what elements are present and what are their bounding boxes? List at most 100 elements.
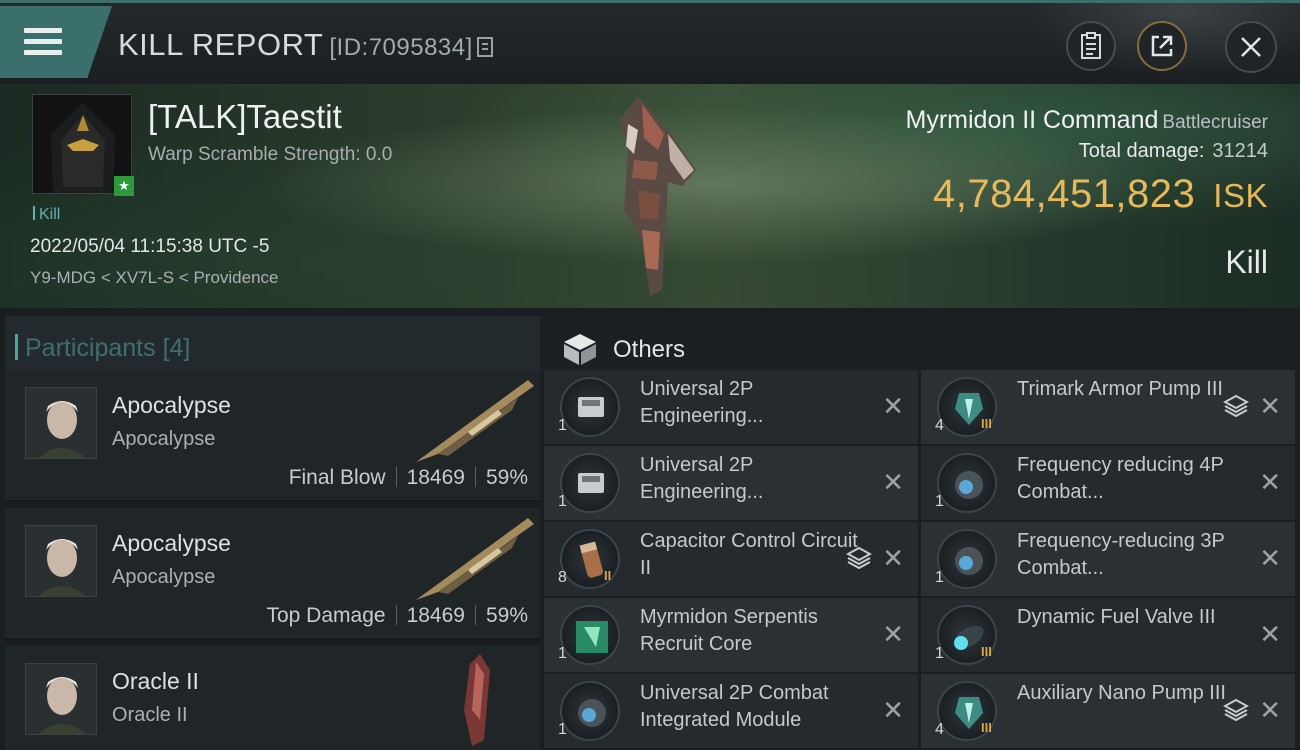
loot-item[interactable]: 4 III Auxiliary Nano Pump III ✕ bbox=[921, 674, 1295, 748]
stack-layers-icon[interactable] bbox=[846, 545, 872, 571]
item-tier: III bbox=[981, 644, 992, 659]
page-title-text: KILL REPORT bbox=[118, 27, 324, 62]
item-quantity: 1 bbox=[558, 417, 567, 434]
participant-stats: Top Damage 18469 59% bbox=[266, 604, 528, 628]
kill-location[interactable]: Y9-MDG < XV7L-S < Providence bbox=[30, 268, 279, 288]
participant-avatar bbox=[25, 387, 97, 459]
total-damage-value: 31214 bbox=[1212, 140, 1268, 162]
oracle-ship-image bbox=[464, 654, 490, 746]
others-label: Others bbox=[613, 336, 686, 363]
item-quantity: 1 bbox=[935, 645, 944, 662]
participant-row[interactable]: Apocalypse Apocalypse Final Blow 18469 59% bbox=[5, 370, 540, 502]
loot-item[interactable]: 1 III Dynamic Fuel Valve III ✕ bbox=[921, 598, 1295, 672]
participant-ship: Oracle II bbox=[112, 668, 199, 694]
loot-item[interactable]: 1 Frequency-reducing 3P Combat... ✕ bbox=[921, 522, 1295, 596]
menu-button[interactable] bbox=[0, 6, 112, 78]
participant-ship-type: Apocalypse bbox=[112, 428, 216, 450]
hamburger-menu-icon bbox=[24, 28, 62, 58]
item-tier: II bbox=[604, 568, 612, 583]
victim-ship-image[interactable] bbox=[598, 90, 718, 300]
destroyed-x-icon: ✕ bbox=[882, 695, 904, 725]
destroyed-x-icon: ✕ bbox=[882, 391, 904, 421]
loot-item[interactable]: 4 III Trimark Armor Pump III ✕ bbox=[921, 370, 1295, 444]
participant-avatar bbox=[25, 525, 97, 597]
destroyed-x-icon: ✕ bbox=[882, 543, 904, 573]
participant-damage: 18469 bbox=[406, 604, 465, 627]
pilot-portrait-icon bbox=[26, 388, 96, 458]
destroyed-x-icon: ✕ bbox=[1259, 391, 1281, 421]
core-icon bbox=[560, 605, 620, 665]
participant-row[interactable]: Apocalypse Apocalypse Top Damage 18469 59% bbox=[5, 508, 540, 640]
lens-icon bbox=[937, 529, 997, 589]
total-damage: Total damage: 31214 bbox=[1079, 140, 1268, 163]
kill-result: Kill bbox=[1225, 244, 1268, 280]
isk-amount: 4,784,451,823 bbox=[932, 172, 1196, 216]
participant-damage: 18469 bbox=[406, 466, 465, 489]
others-header: Others bbox=[540, 316, 1300, 374]
item-quantity: 1 bbox=[935, 493, 944, 510]
report-id: [ID:7095834] bbox=[329, 34, 473, 61]
item-name: Universal 2P Engineering... bbox=[640, 454, 764, 503]
pilot-portrait-icon bbox=[26, 664, 96, 734]
share-icon bbox=[1151, 35, 1173, 57]
participants-label: Participants [4] bbox=[14, 334, 191, 363]
top-bar: KILL REPORT [ID:7095834] bbox=[0, 0, 1300, 87]
warp-scramble-strength: Warp Scramble Strength: 0.0 bbox=[148, 144, 393, 165]
item-name: Capacitor Control Circuit II bbox=[640, 530, 858, 579]
clipboard-icon bbox=[1081, 32, 1101, 59]
destroyed-x-icon: ✕ bbox=[1259, 619, 1281, 649]
apocalypse-ship-image bbox=[416, 380, 534, 462]
stack-layers-icon[interactable] bbox=[1223, 393, 1249, 419]
item-quantity: 8 bbox=[558, 569, 567, 586]
destroyed-x-icon: ✕ bbox=[882, 467, 904, 497]
ship-class: Battlecruiser bbox=[1162, 112, 1268, 133]
participant-avatar bbox=[25, 663, 97, 735]
loot-item[interactable]: 1 Universal 2P Engineering... ✕ bbox=[544, 446, 918, 520]
chip-icon bbox=[560, 453, 620, 513]
item-quantity: 4 bbox=[935, 721, 944, 738]
participant-percent: 59% bbox=[485, 604, 528, 627]
loot-item[interactable]: 1 Frequency reducing 4P Combat... ✕ bbox=[921, 446, 1295, 520]
destroyed-x-icon: ✕ bbox=[1259, 543, 1281, 573]
loot-item[interactable]: 8 II Capacitor Control Circuit II ✕ bbox=[544, 522, 918, 596]
participants-panel: Participants [4] Apocalypse Apocalypse F… bbox=[0, 308, 540, 750]
item-quantity: 1 bbox=[558, 493, 567, 510]
loot-item[interactable]: 1 Universal 2P Engineering... ✕ bbox=[544, 370, 918, 444]
kill-datetime: 2022/05/04 11:15:38 UTC -5 bbox=[30, 236, 270, 257]
loot-item[interactable]: 1 Myrmidon Serpentis Recruit Core ✕ bbox=[544, 598, 918, 672]
item-quantity: 1 bbox=[558, 645, 567, 662]
item-name: Universal 2P Combat Integrated Module bbox=[640, 682, 829, 731]
destroyed-x-icon: ✕ bbox=[1259, 467, 1281, 497]
others-panel: Others 1 Universal 2P Engineering... ✕ 4 III… bbox=[540, 308, 1300, 750]
stack-layers-icon[interactable] bbox=[1223, 697, 1249, 723]
item-name: Universal 2P Engineering... bbox=[640, 378, 764, 427]
participant-ship-type: Oracle II bbox=[112, 704, 188, 726]
standing-star-badge: ★ bbox=[114, 176, 134, 196]
isk-value: 4,784,451,823 ISK bbox=[933, 172, 1268, 217]
clipboard-button[interactable] bbox=[1066, 21, 1116, 71]
destroyed-x-icon: ✕ bbox=[1259, 695, 1281, 725]
page-title: KILL REPORT [ID:7095834] bbox=[118, 27, 493, 63]
destroyed-x-icon: ✕ bbox=[882, 619, 904, 649]
item-name: Trimark Armor Pump III bbox=[1017, 378, 1223, 400]
loot-item[interactable]: 1 Universal 2P Combat Integrated Module ✕ bbox=[544, 674, 918, 748]
item-name: Frequency-reducing 3P Combat... bbox=[1017, 530, 1225, 579]
close-button[interactable] bbox=[1225, 21, 1277, 73]
lens-icon bbox=[937, 453, 997, 513]
participant-stats: Final Blow 18469 59% bbox=[289, 466, 528, 490]
share-button[interactable] bbox=[1137, 21, 1187, 71]
close-icon bbox=[1241, 37, 1261, 57]
item-quantity: 4 bbox=[935, 417, 944, 434]
item-tier: III bbox=[981, 416, 992, 431]
participants-tab[interactable]: Participants [4] bbox=[5, 316, 540, 374]
participant-ship-type: Apocalypse bbox=[112, 566, 216, 588]
copy-id-icon[interactable] bbox=[476, 37, 493, 57]
victim-name[interactable]: [TALK]Taestit bbox=[148, 98, 342, 136]
participant-row[interactable]: Oracle II Oracle II bbox=[5, 646, 540, 750]
item-name: Myrmidon Serpentis Recruit Core bbox=[640, 606, 818, 655]
isk-unit: ISK bbox=[1213, 177, 1268, 214]
item-name: Dynamic Fuel Valve III bbox=[1017, 606, 1216, 628]
pilot-portrait-icon bbox=[26, 526, 96, 596]
participants-count: [4] bbox=[162, 334, 191, 362]
participants-label-text: Participants bbox=[25, 334, 156, 362]
